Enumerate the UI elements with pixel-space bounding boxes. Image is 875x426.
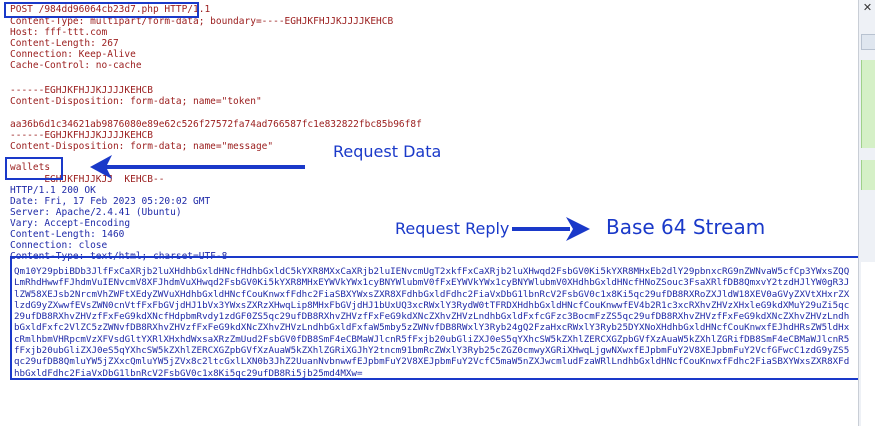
- side-panel: ✕: [858, 0, 875, 426]
- request-reply-label: Request Reply: [395, 219, 510, 238]
- request-data-highlight: [5, 157, 63, 180]
- request-header: Content-Length: 267: [10, 38, 119, 49]
- response-header: Content-Length: 1460: [10, 229, 125, 240]
- form-boundary: ------EGHJKFHJJKJJJJKEHCB: [10, 85, 153, 96]
- request-header: Host: fff-ttt.com: [10, 27, 108, 38]
- side-highlight-strip: [861, 60, 875, 148]
- request-header: Connection: Keep-Alive: [10, 49, 136, 60]
- response-header: Date: Fri, 17 Feb 2023 05:20:02 GMT: [10, 196, 211, 207]
- left-arrow-icon: [90, 155, 305, 179]
- status-line: HTTP/1.1 200 OK: [10, 185, 96, 196]
- side-blank-strip: [861, 262, 875, 426]
- request-line-highlight: [4, 2, 199, 18]
- side-highlight-strip: [861, 160, 875, 190]
- tcp-stream-pane[interactable]: POST /984dd96064cb23d7.php HTTP/1.1 Cont…: [0, 0, 858, 426]
- response-header: Server: Apache/2.4.41 (Ubuntu): [10, 207, 182, 218]
- base64-stream-highlight: [10, 256, 858, 380]
- response-header: Connection: close: [10, 240, 108, 251]
- right-arrow-icon: [512, 217, 590, 241]
- base64-stream-label: Base 64 Stream: [606, 215, 766, 239]
- token-value: aa36b6d1c34621ab9876080e89e62c526f27572f…: [10, 119, 422, 130]
- side-tab[interactable]: [861, 34, 875, 50]
- request-data-label: Request Data: [333, 142, 442, 161]
- message-disposition: Content-Disposition: form-data; name="me…: [10, 141, 274, 152]
- request-header: Cache-Control: no-cache: [10, 60, 142, 71]
- close-icon[interactable]: ✕: [861, 2, 874, 14]
- response-header: Vary: Accept-Encoding: [10, 218, 131, 229]
- token-disposition: Content-Disposition: form-data; name="to…: [10, 96, 262, 107]
- form-boundary: ------EGHJKFHJJKJJJJKEHCB: [10, 130, 153, 141]
